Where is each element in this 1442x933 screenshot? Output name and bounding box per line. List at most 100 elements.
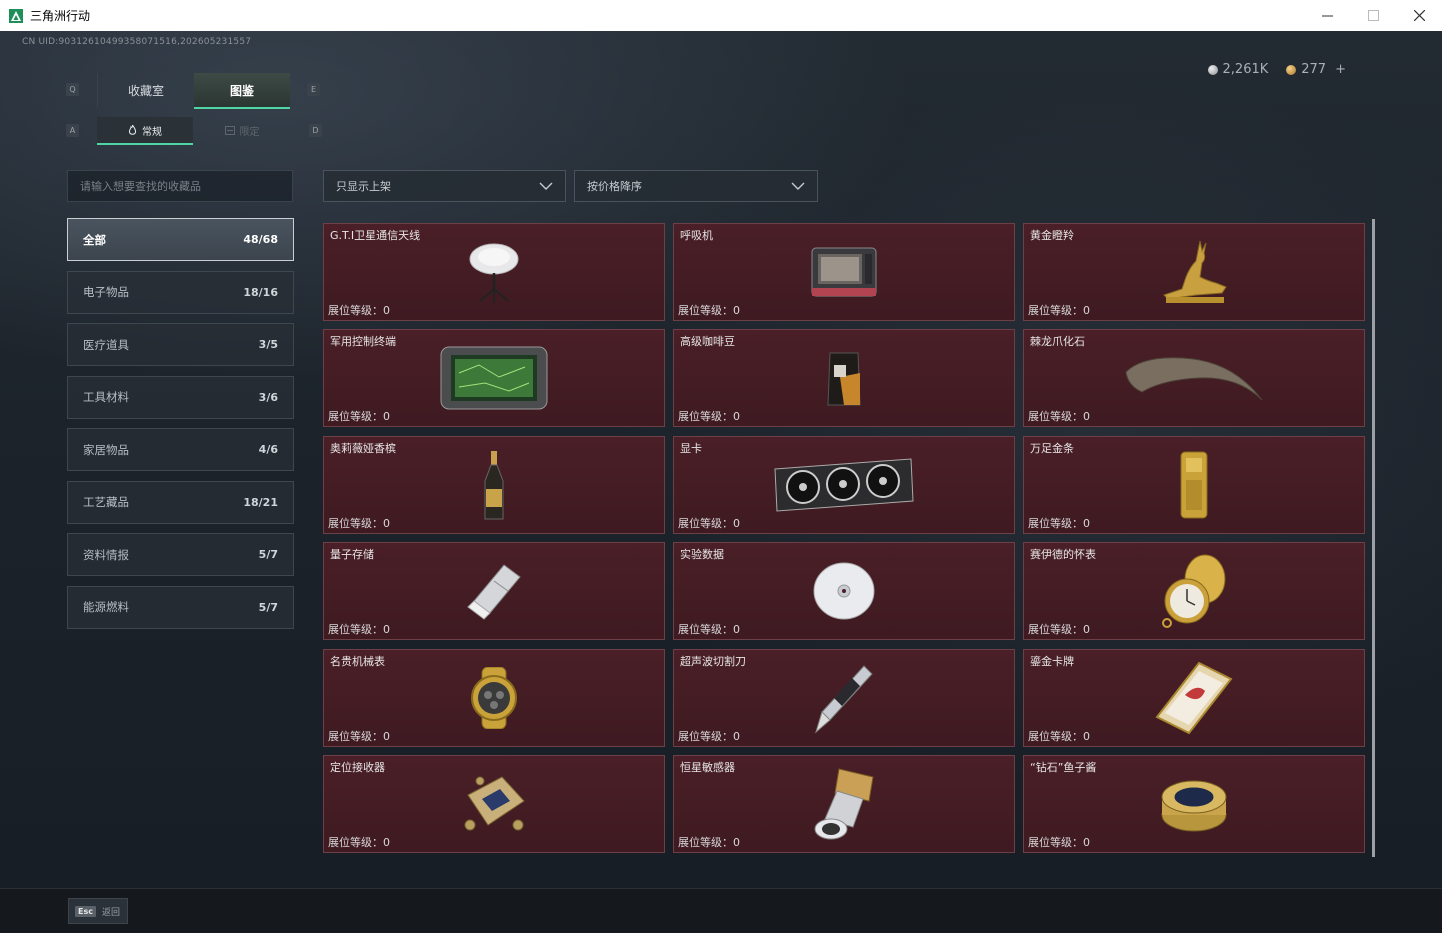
search-box[interactable] [67, 170, 293, 202]
category-count: 3/6 [258, 390, 278, 404]
esc-key-hint: Esc [75, 905, 96, 917]
subtab-regular[interactable]: 常规 [97, 117, 193, 145]
item-card[interactable]: 棘龙爪化石 展位等级：0 [1023, 329, 1365, 428]
category-household[interactable]: 家居物品 4/6 [67, 428, 294, 471]
level-value: 0 [1083, 304, 1090, 317]
title-bar: 三角洲行动 [0, 0, 1442, 32]
item-card[interactable]: 实验数据 展位等级：0 [673, 542, 1015, 641]
category-count: 18/16 [243, 285, 278, 299]
item-card[interactable]: 显卡 展位等级：0 [673, 435, 1015, 534]
silver-coin-icon [1207, 64, 1218, 75]
item-card[interactable]: 超声波切割刀 展位等级：0 [673, 648, 1015, 747]
item-card[interactable]: 万足金条 展位等级：0 [1023, 435, 1365, 534]
category-medical[interactable]: 医疗道具 3/5 [67, 323, 294, 366]
flame-icon [128, 124, 137, 135]
subtab-limited[interactable]: 限定 [194, 117, 290, 143]
item-card[interactable]: 定位接收器 展位等级：0 [323, 754, 665, 853]
silver-amount: 2,261K [1222, 62, 1269, 77]
item-level: 展位等级：0 [678, 408, 740, 424]
champagne-bottle-icon [484, 450, 504, 520]
level-label: 展位等级： [1028, 304, 1083, 317]
tab-collection-room[interactable]: 收藏室 [97, 73, 194, 107]
item-level: 展位等级：0 [1028, 302, 1090, 318]
category-label: 电子物品 [83, 285, 129, 299]
category-label: 全部 [83, 232, 106, 247]
item-card[interactable]: 黄金瞪羚 展位等级：0 [1023, 223, 1365, 321]
level-value: 0 [733, 304, 740, 317]
search-input[interactable] [68, 171, 292, 201]
maximize-button[interactable] [1350, 0, 1396, 31]
satellite-dish-icon [469, 243, 519, 303]
item-name: “钻石”鱼子酱 [1030, 760, 1097, 774]
item-card[interactable]: 军用控制终端 展位等级：0 [323, 329, 665, 428]
limited-icon [224, 125, 235, 135]
add-currency-button[interactable]: + [1335, 62, 1346, 77]
category-electronics[interactable]: 电子物品 18/16 [67, 270, 294, 314]
item-name: G.T.I卫星通信天线 [330, 229, 421, 242]
item-level: 展位等级：0 [678, 621, 740, 637]
tab-catalog[interactable]: 图鉴 [194, 73, 290, 109]
data-disc-icon [813, 562, 875, 620]
item-grid-scrollbar[interactable] [1372, 219, 1375, 857]
listing-filter-dropdown[interactable]: 只显示上架 [323, 170, 566, 202]
level-label: 展位等级： [678, 304, 733, 317]
level-label: 展位等级： [1028, 835, 1083, 849]
item-level: 展位等级：0 [328, 515, 390, 531]
category-tools[interactable]: 工具材料 3/6 [67, 375, 294, 419]
key-hint-a: A [66, 124, 79, 137]
item-level: 展位等级：0 [328, 834, 390, 850]
key-hint-q: Q [66, 83, 79, 96]
gold-currency[interactable]: 277 + [1286, 62, 1346, 77]
item-name: 高级咖啡豆 [680, 335, 735, 349]
level-value: 0 [1083, 410, 1090, 424]
close-icon [1413, 10, 1425, 21]
category-count: 3/5 [258, 338, 278, 351]
scrollbar-thumb[interactable] [1372, 219, 1375, 857]
minimize-button[interactable] [1304, 0, 1350, 31]
category-label: 资料情报 [83, 547, 129, 562]
close-button[interactable] [1396, 0, 1442, 31]
level-label: 展位等级： [328, 410, 383, 424]
star-sensor-icon [814, 768, 874, 840]
level-label: 展位等级： [678, 729, 733, 743]
item-card[interactable]: 高级咖啡豆 展位等级：0 [673, 329, 1015, 428]
item-name: 赛伊德的怀表 [1030, 548, 1096, 562]
category-intel[interactable]: 资料情报 5/7 [67, 533, 294, 576]
category-all[interactable]: 全部 48/68 [67, 218, 294, 261]
ultrasonic-cutter-icon [815, 664, 873, 734]
item-level: 展位等级：0 [1028, 728, 1090, 744]
key-hint-d: D [309, 124, 322, 137]
level-value: 0 [1083, 729, 1090, 743]
sort-dropdown[interactable]: 按价格降序 [574, 170, 818, 202]
chevron-down-icon [539, 182, 553, 190]
item-name: 超声波切割刀 [680, 654, 746, 668]
level-label: 展位等级： [1028, 729, 1083, 743]
item-name: 鎏金卡牌 [1030, 654, 1074, 668]
gilded-card-icon [1155, 661, 1233, 734]
level-value: 0 [733, 835, 740, 849]
item-card[interactable]: 量子存储 展位等级：0 [323, 542, 665, 641]
item-card[interactable]: 恒星敏感器 展位等级：0 [673, 754, 1015, 853]
level-label: 展位等级： [678, 516, 733, 530]
item-card[interactable]: 赛伊德的怀表 展位等级：0 [1023, 542, 1365, 641]
item-card[interactable]: 名贵机械表 展位等级：0 [323, 648, 665, 747]
category-crafts[interactable]: 工艺藏品 18/21 [67, 480, 294, 524]
footer-bar: Esc 返回 [0, 888, 1442, 933]
level-label: 展位等级： [678, 623, 733, 637]
item-name: 实验数据 [680, 548, 724, 562]
back-button[interactable]: Esc 返回 [68, 898, 128, 924]
level-label: 展位等级： [328, 623, 383, 637]
level-value: 0 [383, 729, 390, 743]
level-label: 展位等级： [328, 729, 383, 743]
item-card[interactable]: G.T.I卫星通信天线 展位等级：0 [323, 223, 665, 321]
item-level: 展位等级：0 [1028, 515, 1090, 531]
category-count: 48/68 [243, 233, 278, 246]
category-energy[interactable]: 能源燃料 5/7 [67, 585, 294, 629]
item-level: 展位等级：0 [1028, 834, 1090, 850]
item-card[interactable]: 奥莉薇娅香槟 展位等级：0 [323, 435, 665, 534]
item-card[interactable]: 呼吸机 展位等级：0 [673, 223, 1015, 321]
item-card[interactable]: 鎏金卡牌 展位等级：0 [1023, 648, 1365, 747]
item-card[interactable]: “钻石”鱼子酱 展位等级：0 [1023, 754, 1365, 853]
uid-label: CN UID:9031261049935807151​6,20260523155… [22, 37, 252, 47]
window-title: 三角洲行动 [30, 9, 91, 23]
